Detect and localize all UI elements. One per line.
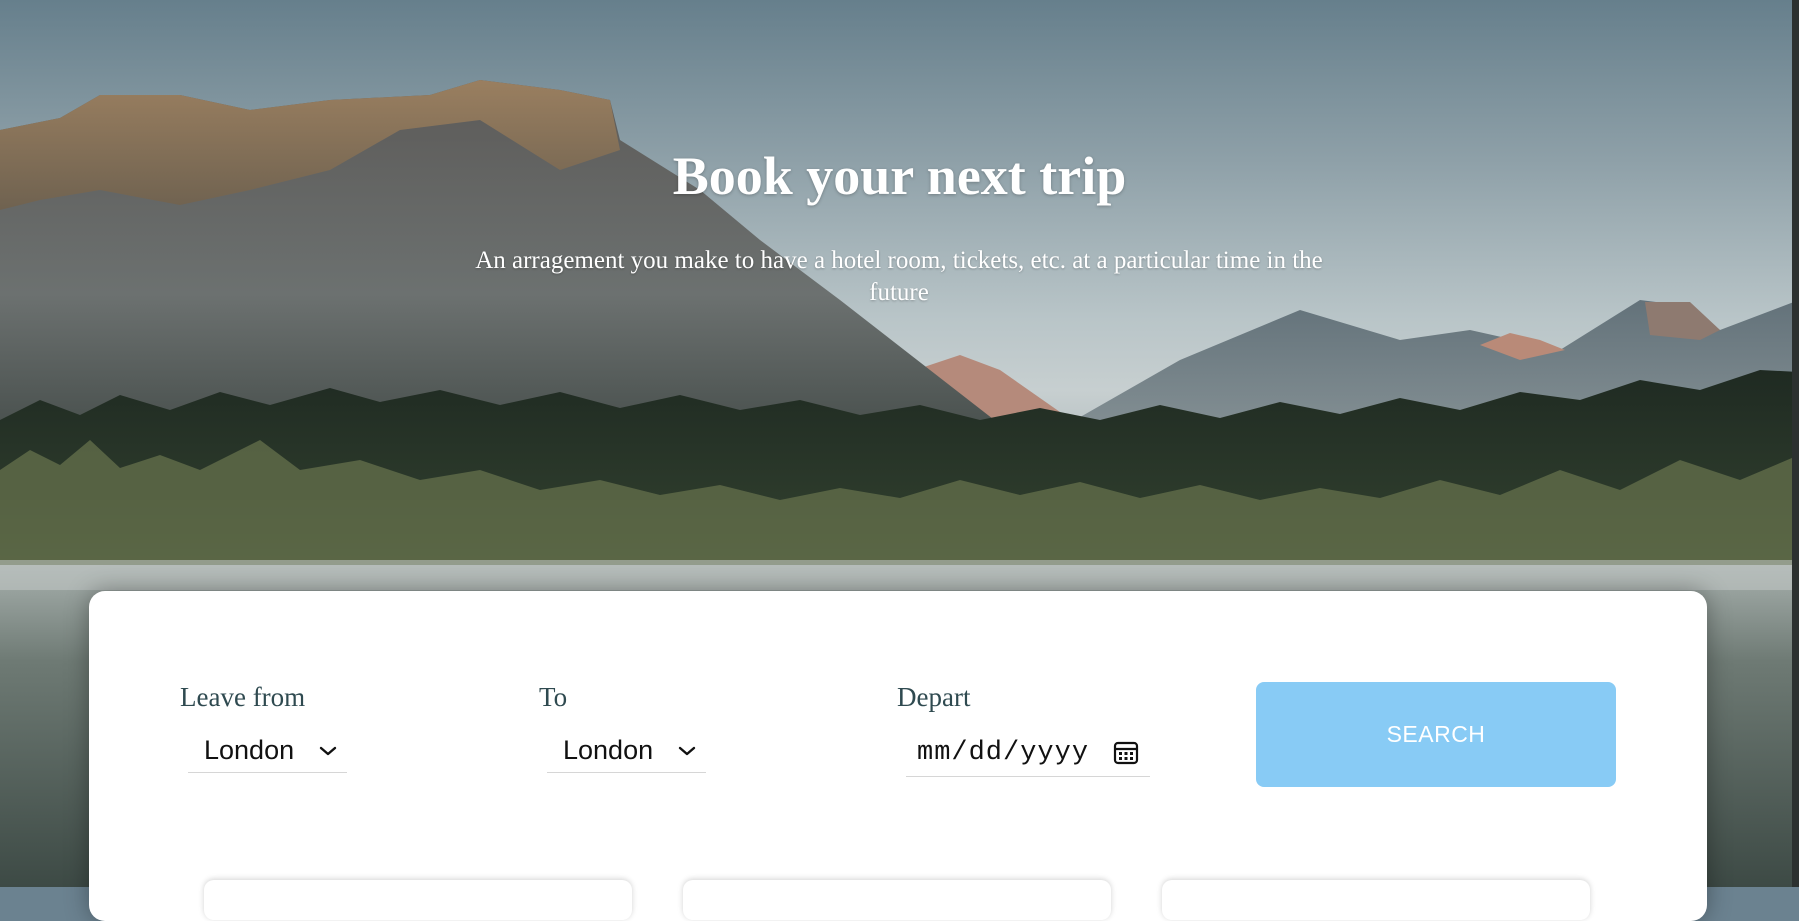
to-label: To bbox=[539, 682, 568, 712]
depart-date-input[interactable]: mm/dd/yyyy bbox=[906, 729, 1150, 777]
calendar-icon[interactable] bbox=[1112, 739, 1140, 767]
leave-from-label: Leave from bbox=[180, 682, 306, 712]
result-card[interactable] bbox=[204, 880, 632, 920]
to-select[interactable]: London bbox=[547, 729, 706, 773]
depart-label: Depart bbox=[897, 682, 971, 712]
depart-date-placeholder: mm/dd/yyyy bbox=[917, 737, 1090, 768]
leave-from-select[interactable]: London bbox=[188, 729, 347, 773]
hero-subtitle: An arragement you make to have a hotel r… bbox=[475, 247, 1323, 306]
window-edge-strip bbox=[1792, 0, 1799, 887]
page-title: Book your next trip bbox=[672, 146, 1127, 206]
search-button[interactable]: SEARCH bbox=[1256, 682, 1616, 787]
result-card[interactable] bbox=[1162, 880, 1590, 920]
chevron-down-icon bbox=[319, 746, 337, 755]
leave-from-value: London bbox=[204, 735, 295, 765]
to-value: London bbox=[563, 735, 654, 765]
result-card[interactable] bbox=[683, 880, 1111, 920]
chevron-down-icon bbox=[678, 746, 696, 755]
